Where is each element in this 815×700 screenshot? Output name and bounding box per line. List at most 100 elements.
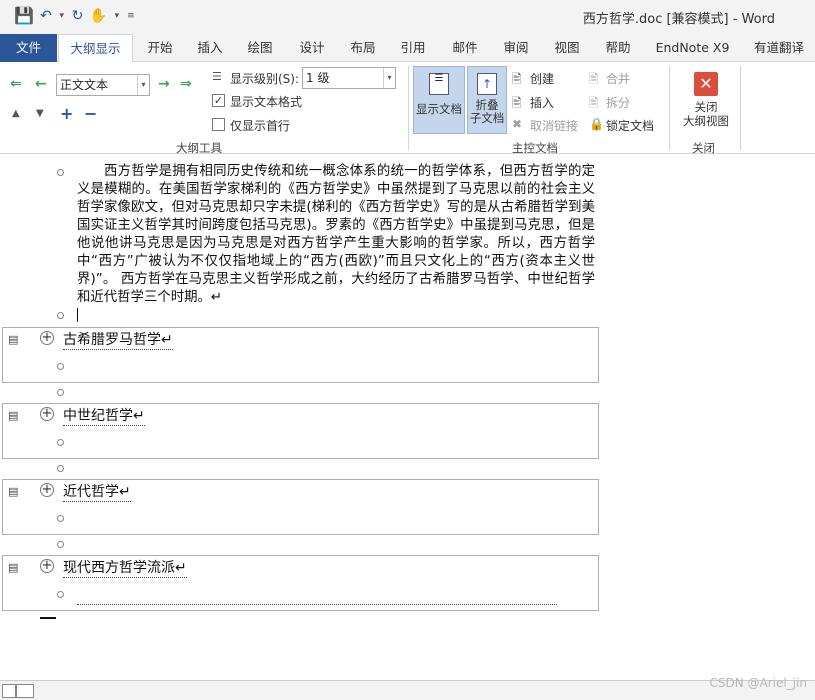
- promote-icon[interactable]: ←: [35, 76, 47, 92]
- heading-item[interactable]: 现代西方哲学流派↵: [63, 559, 187, 578]
- collapse-icon[interactable]: −: [84, 104, 97, 123]
- tab-view[interactable]: 视图: [547, 34, 587, 62]
- scrollbar-thumb[interactable]: [16, 684, 34, 698]
- unlink-button[interactable]: 取消链接: [530, 117, 578, 134]
- save-icon[interactable]: 💾: [14, 6, 34, 26]
- merge-button[interactable]: 合并: [606, 70, 630, 87]
- tab-design[interactable]: 设计: [292, 34, 332, 62]
- heading-item[interactable]: 古希腊罗马哲学↵: [63, 331, 173, 350]
- show-first-line-label: 仅显示首行: [230, 119, 291, 133]
- ribbon-tabs: 文件 大纲显示 开始 插入 绘图 设计 布局 引用 邮件 审阅 视图 帮助 En…: [0, 34, 815, 63]
- undo-dropdown-icon[interactable]: ▾: [58, 6, 66, 26]
- subdocument-box: ▤ + 近代哲学↵: [2, 479, 599, 535]
- tab-insert[interactable]: 插入: [190, 34, 230, 62]
- touch-mode-icon[interactable]: ✋: [89, 6, 106, 26]
- split-icon: 🖹: [589, 96, 599, 110]
- tab-mailings[interactable]: 邮件: [445, 34, 485, 62]
- show-text-format-label: 显示文本格式: [230, 95, 303, 109]
- collapse-subdoc-label: 折叠 子文档: [469, 98, 505, 125]
- quick-access-toolbar: 💾 ↶ ▾ ↻ ✋ ▾ ≡: [14, 6, 135, 26]
- status-bar: [0, 680, 815, 700]
- expand-plus-icon[interactable]: +: [40, 483, 54, 497]
- tab-review[interactable]: 审阅: [496, 34, 536, 62]
- document-icon: ☰: [429, 73, 449, 95]
- separator: [408, 66, 409, 150]
- subdocument-icon[interactable]: ▤: [8, 410, 19, 421]
- subdocument-icon[interactable]: ▤: [8, 334, 19, 345]
- tab-outline[interactable]: 大纲显示: [58, 34, 133, 63]
- view-toggle-icon[interactable]: [2, 684, 16, 698]
- lock-icon: 🔒: [589, 117, 604, 131]
- demote-icon[interactable]: →: [158, 76, 170, 92]
- watermark: CSDN @Ariel_jin: [709, 676, 808, 690]
- tab-home[interactable]: 开始: [140, 34, 180, 62]
- outline-level-value: 正文文本: [60, 78, 109, 92]
- outline-bullet[interactable]: [57, 439, 64, 446]
- subdocument-box: ▤ + 中世纪哲学↵: [2, 403, 599, 459]
- outline-bullet[interactable]: [57, 312, 64, 319]
- close-outline-view-button[interactable]: ✕ 关闭 大纲视图: [678, 66, 734, 134]
- heading-item[interactable]: 近代哲学↵: [63, 483, 131, 502]
- outline-bullet[interactable]: [57, 363, 64, 370]
- tab-layout[interactable]: 布局: [343, 34, 383, 62]
- title-bar: 💾 ↶ ▾ ↻ ✋ ▾ ≡ 西方哲学.doc [兼容模式] - Word: [0, 0, 815, 34]
- outline-level-combo[interactable]: 正文文本 ▾: [56, 74, 150, 96]
- subdocument-icon[interactable]: ▤: [8, 486, 19, 497]
- outline-bullet[interactable]: [57, 591, 64, 598]
- outline-bullet[interactable]: [57, 515, 64, 522]
- merge-icon: 🖹: [589, 72, 599, 86]
- dotted-rule: [77, 604, 557, 605]
- show-level-label: 显示级别(S):: [230, 72, 300, 86]
- heading-item[interactable]: 中世纪哲学↵: [63, 407, 145, 426]
- customize-qat-icon[interactable]: ≡: [127, 6, 135, 26]
- document-area[interactable]: 西方哲学是拥有相同历史传统和统一概念体系的统一的哲学体系，但西方哲学的定义是模糊…: [0, 155, 815, 680]
- outline-bullet[interactable]: [57, 389, 64, 396]
- expand-icon[interactable]: +: [60, 104, 73, 123]
- insert-icon: 🖹: [512, 96, 522, 110]
- tab-draw[interactable]: 绘图: [240, 34, 280, 62]
- touch-dropdown-icon[interactable]: ▾: [113, 6, 121, 26]
- expand-plus-icon[interactable]: +: [40, 331, 54, 345]
- move-up-icon[interactable]: ▲: [12, 108, 20, 119]
- close-icon: ✕: [694, 72, 718, 96]
- outline-bullet[interactable]: [57, 465, 64, 472]
- tab-youdao[interactable]: 有道翻译: [745, 34, 813, 62]
- outline-bullet[interactable]: [57, 169, 64, 176]
- show-level-value: 1 级: [306, 71, 330, 85]
- promote-to-heading1-icon[interactable]: ⇐: [10, 76, 22, 92]
- expand-plus-icon[interactable]: +: [40, 407, 54, 421]
- create-button[interactable]: 创建: [530, 70, 554, 87]
- show-level-combo[interactable]: 1 级 ▾: [302, 67, 396, 89]
- tab-endnote[interactable]: EndNote X9: [650, 34, 735, 62]
- move-down-icon[interactable]: ▼: [36, 108, 44, 119]
- outline-bullet[interactable]: [57, 541, 64, 548]
- redo-icon[interactable]: ↻: [72, 6, 84, 26]
- insert-button[interactable]: 插入: [530, 94, 554, 111]
- body-paragraph[interactable]: 西方哲学是拥有相同历史传统和统一概念体系的统一的哲学体系，但西方哲学的定义是模糊…: [77, 163, 595, 307]
- close-outline-label: 关闭 大纲视图: [683, 100, 729, 128]
- show-document-button[interactable]: ☰ 显示文档: [413, 66, 465, 134]
- split-button[interactable]: 拆分: [606, 94, 630, 111]
- chevron-down-icon: ▾: [383, 68, 395, 88]
- collapse-subdocuments-button[interactable]: ↑ 折叠 子文档: [467, 66, 507, 134]
- expand-plus-icon[interactable]: +: [40, 559, 54, 573]
- collapse-subdoc-icon: ↑: [477, 73, 497, 95]
- undo-icon[interactable]: ↶: [40, 6, 52, 26]
- group-master-doc-label: 主控文档: [512, 141, 558, 155]
- window-title: 西方哲学.doc [兼容模式] - Word: [582, 12, 775, 27]
- subdocument-icon[interactable]: ▤: [8, 562, 19, 573]
- separator: [669, 66, 670, 150]
- text-cursor: [77, 308, 78, 322]
- tab-help[interactable]: 帮助: [598, 34, 638, 62]
- demote-to-body-icon[interactable]: ⇒: [180, 76, 192, 92]
- show-first-line-checkbox[interactable]: [212, 118, 225, 131]
- tab-references[interactable]: 引用: [393, 34, 433, 62]
- show-text-format-checkbox[interactable]: ✓: [212, 94, 225, 107]
- chevron-down-icon: ▾: [137, 75, 149, 95]
- show-level-icon: ☰: [212, 70, 222, 83]
- lock-document-button[interactable]: 锁定文档: [606, 117, 654, 134]
- ribbon: ⇐ ← 正文文本 ▾ → ⇒ ▲ ▼ + − ☰ 显示级别(S): 1 级 ▾ …: [0, 62, 815, 155]
- create-icon: 🖹: [512, 72, 522, 86]
- group-close-label: 关闭: [692, 141, 715, 155]
- tab-file[interactable]: 文件: [0, 34, 57, 62]
